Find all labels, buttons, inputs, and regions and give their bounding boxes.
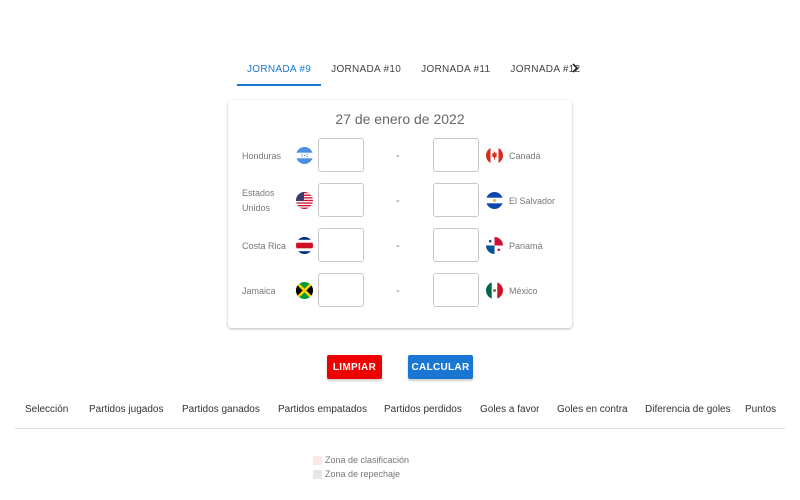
column-header-goles-a-favor: Goles a favor xyxy=(480,404,540,415)
match-row: Jamaica - México xyxy=(228,273,572,309)
column-header-puntos: Puntos xyxy=(745,404,777,415)
tab-jornada-10[interactable]: JORNADA #10 xyxy=(321,56,411,86)
away-score-input[interactable] xyxy=(433,273,479,307)
column-header-partidos-jugados: Partidos jugados xyxy=(89,404,164,415)
legend-item-clasificacion: Zona de clasificación xyxy=(313,455,409,465)
clear-button[interactable]: LIMPIAR xyxy=(327,355,382,379)
home-team-name: Costa Rica xyxy=(242,240,287,251)
column-header-goles-en-contra: Goles en contra xyxy=(557,404,628,415)
home-score-input[interactable] xyxy=(318,228,364,262)
calculate-button[interactable]: CALCULAR xyxy=(408,355,473,379)
home-score-input[interactable] xyxy=(318,138,364,172)
column-header-partidos-perdidos: Partidos perdidos xyxy=(384,404,462,415)
away-team-name: Panamá xyxy=(509,241,543,251)
home-score-input[interactable] xyxy=(318,183,364,217)
match-date: 27 de enero de 2022 xyxy=(335,111,465,127)
score-separator: - xyxy=(396,240,400,252)
away-score-input[interactable] xyxy=(433,228,479,262)
column-header-seleccion: Selección xyxy=(25,404,69,415)
match-row: Honduras - Canadá xyxy=(228,138,572,174)
away-team-name: Canadá xyxy=(509,151,541,161)
match-row: Costa Rica - Panamá xyxy=(228,228,572,264)
away-team-name: El Salvador xyxy=(509,196,556,206)
legend-item-repechaje: Zona de repechaje xyxy=(313,469,400,479)
legend-swatch xyxy=(313,469,322,479)
column-header-partidos-empatados: Partidos empatados xyxy=(278,404,367,415)
legend-label: Zona de repechaje xyxy=(325,469,401,479)
column-header-partidos-ganados: Partidos ganados xyxy=(182,404,260,415)
standings-table-header: Selección Partidos jugados Partidos gana… xyxy=(15,400,785,429)
away-score-input[interactable] xyxy=(433,138,479,172)
home-team-name: Honduras xyxy=(242,150,282,161)
canada-flag-icon xyxy=(486,147,503,164)
legend-label: Zona de clasificación xyxy=(325,455,410,465)
away-team-name: México xyxy=(509,286,538,296)
tab-jornada-11[interactable]: JORNADA #11 xyxy=(411,56,500,86)
honduras-flag-icon xyxy=(296,147,313,164)
legend-swatch xyxy=(313,455,322,465)
costa-rica-flag-icon xyxy=(296,237,313,254)
matches-card: 27 de enero de 2022 Honduras - Canadá Es… xyxy=(228,100,572,328)
score-separator: - xyxy=(396,150,400,162)
matchday-tabs: JORNADA #9 JORNADA #10 JORNADA #11 JORNA… xyxy=(237,56,590,86)
column-header-diferencia-de-goles: Diferencia de goles xyxy=(645,404,731,415)
home-team-name: Jamaica xyxy=(242,285,276,296)
home-team-name: Estados Unidos xyxy=(242,188,275,213)
panama-flag-icon xyxy=(486,237,503,254)
score-separator: - xyxy=(396,195,400,207)
chevron-right-icon[interactable] xyxy=(567,60,583,76)
match-row: Estados Unidos - El Salvador xyxy=(228,183,572,219)
mexico-flag-icon xyxy=(486,282,503,299)
away-score-input[interactable] xyxy=(433,183,479,217)
home-score-input[interactable] xyxy=(318,273,364,307)
usa-flag-icon xyxy=(296,192,313,209)
el-salvador-flag-icon xyxy=(486,192,503,209)
score-separator: - xyxy=(396,285,400,297)
jamaica-flag-icon xyxy=(296,282,313,299)
tab-jornada-9[interactable]: JORNADA #9 xyxy=(237,56,322,86)
